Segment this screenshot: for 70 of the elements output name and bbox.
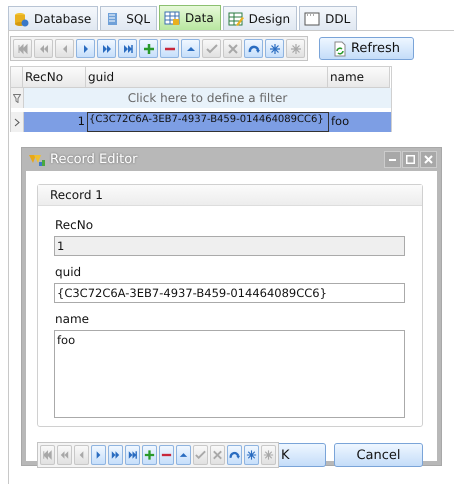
window-icon (304, 10, 320, 26)
group-title: Record 1 (38, 185, 422, 206)
checkmark-icon (204, 42, 218, 56)
navigator-button[interactable] (118, 39, 137, 58)
refresh-button[interactable]: Refresh (319, 37, 414, 60)
text-area[interactable]: foo (54, 330, 405, 418)
asterisk-icon (262, 448, 275, 462)
table-icon (164, 10, 180, 26)
tab[interactable]: DDL (299, 6, 358, 30)
table-cell[interactable]: {C3C72C6A-3EB7-4937-B459-014464089CC6} (87, 112, 329, 132)
close-button[interactable] (420, 151, 437, 168)
minimize-icon (389, 158, 396, 160)
input-field[interactable]: {C3C72C6A-3EB7-4937-B459-014464089CC6} (54, 283, 405, 303)
navigator-button[interactable] (97, 39, 116, 58)
field-label: RecNo (55, 218, 94, 232)
field-label: name (55, 312, 90, 326)
column-header[interactable]: RecNo (23, 67, 86, 88)
tab[interactable]: Design (222, 6, 298, 30)
tab-label: DDL (325, 12, 350, 26)
navigator-button[interactable] (244, 39, 263, 58)
table-row[interactable]: 1 {C3C72C6A-3EB7-4937-B459-014464089CC6} foo (11, 112, 391, 132)
field-label: quid (55, 265, 82, 279)
tab[interactable]: Database (8, 6, 98, 30)
plus-icon (143, 448, 156, 462)
table-cell[interactable]: 1 (24, 112, 87, 132)
chevron-right-icon (14, 118, 20, 126)
navigator-button[interactable] (91, 445, 106, 465)
cross-icon (226, 42, 240, 56)
input-field[interactable]: 1 (54, 236, 405, 256)
navigator-button[interactable] (244, 445, 259, 465)
asterisk-icon (268, 42, 282, 56)
skip-first-icon (41, 448, 54, 462)
asterisk-icon (288, 42, 302, 56)
navigator-button[interactable] (227, 445, 242, 465)
plus-icon (142, 42, 156, 56)
navigator-button[interactable] (139, 39, 158, 58)
column-header[interactable]: guid (86, 67, 328, 88)
maximize-button[interactable] (402, 151, 419, 168)
close-icon (424, 155, 433, 164)
maximize-icon (406, 155, 415, 164)
tab-label: SQL (126, 12, 150, 26)
table-pencil-icon (228, 10, 244, 26)
navigator-button[interactable] (76, 39, 95, 58)
cross-icon (211, 448, 224, 462)
navigator-button[interactable] (159, 445, 174, 465)
checkmark-icon (194, 448, 207, 462)
database-icon (13, 10, 29, 26)
navigator-button[interactable] (142, 445, 157, 465)
window-title: Record Editor (50, 152, 139, 167)
tab[interactable]: SQL (100, 6, 158, 30)
navigator-button[interactable] (265, 39, 284, 58)
navigator-button[interactable] (125, 445, 140, 465)
navigator-button[interactable] (108, 445, 123, 465)
app-logo-icon (28, 152, 46, 166)
cancel-button[interactable]: Cancel (334, 443, 423, 467)
tab-label: Database (34, 12, 92, 26)
navigator-button[interactable] (181, 39, 200, 58)
filter-icon (13, 94, 21, 102)
navigator-button[interactable] (176, 445, 191, 465)
skip-first-icon (16, 42, 30, 56)
document-refresh-icon (332, 40, 347, 56)
column-header[interactable]: name (328, 67, 390, 88)
navigator-button[interactable] (160, 39, 179, 58)
tab-label: Data (185, 11, 214, 25)
tab[interactable]: Data (159, 5, 221, 30)
table-cell[interactable]: foo (329, 112, 391, 132)
minimize-button[interactable] (384, 151, 401, 168)
tab-label: Design (248, 12, 290, 26)
asterisk-icon (245, 448, 258, 462)
ok-button[interactable]: K (279, 443, 326, 467)
